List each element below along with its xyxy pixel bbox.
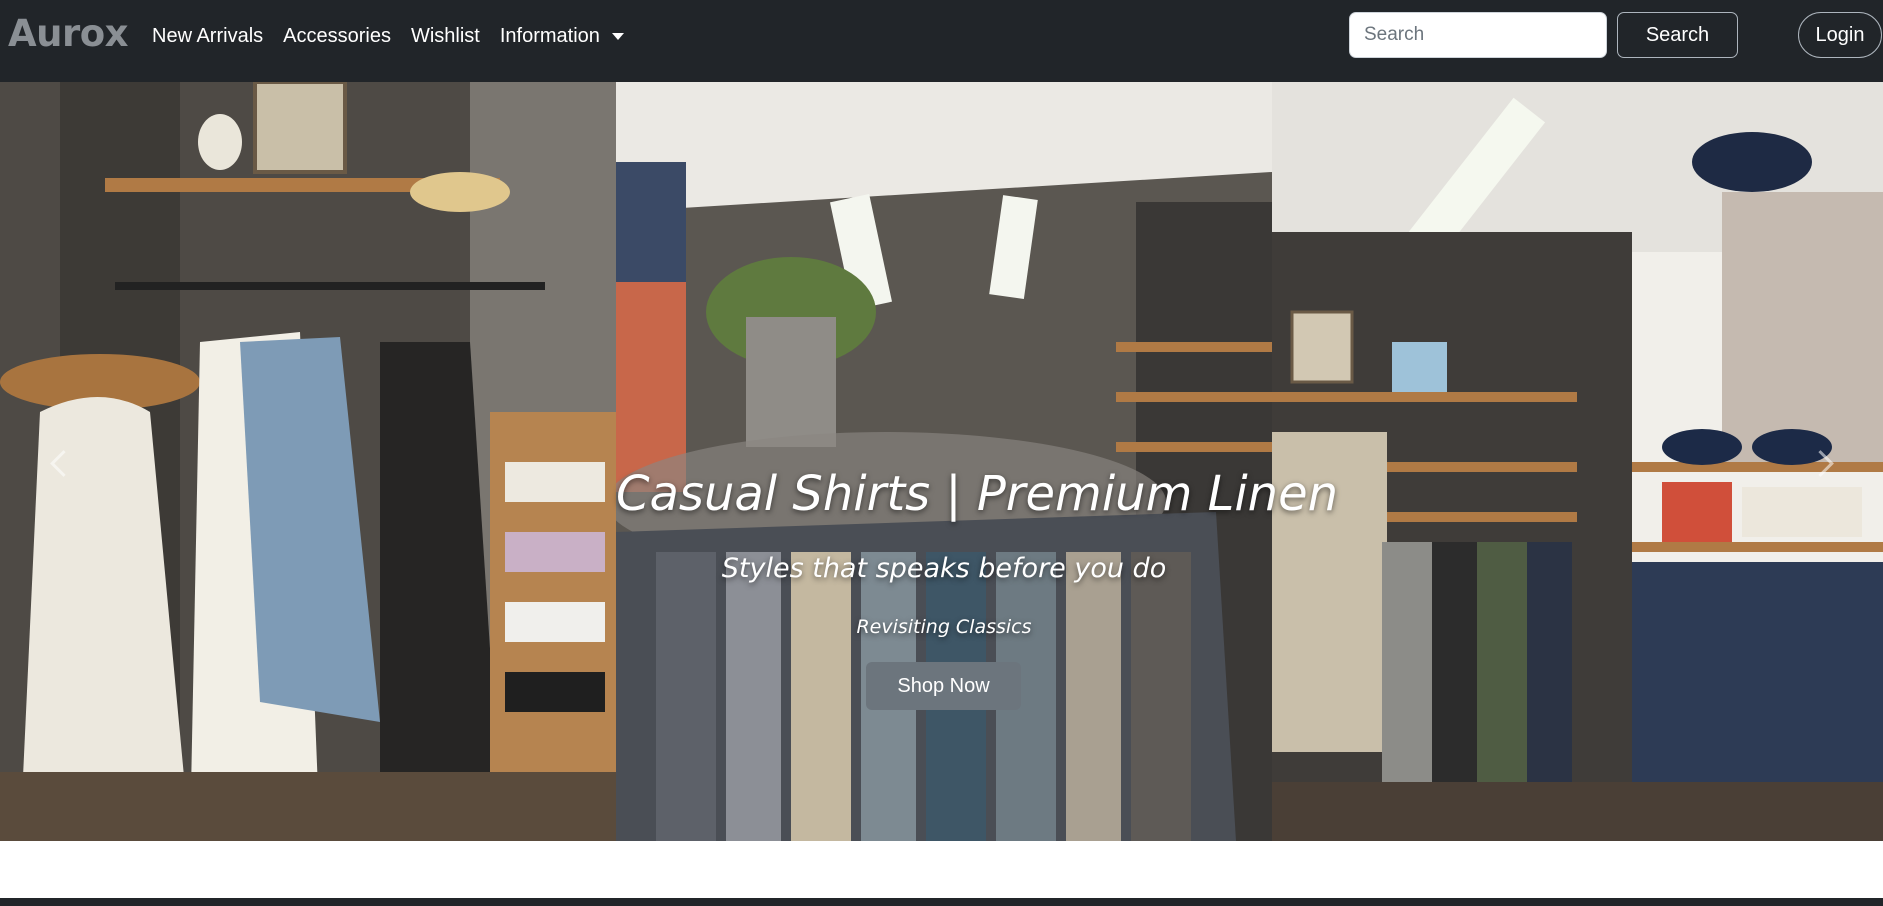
nav-wishlist[interactable]: Wishlist [411,25,480,48]
chevron-left-icon [50,450,77,477]
brand-logo[interactable]: Aurox [8,12,129,55]
footer-edge [0,898,1883,906]
shop-now-button[interactable]: Shop Now [866,662,1021,710]
search-button[interactable]: Search [1617,12,1738,58]
hero-carousel [0,82,1883,841]
top-navbar: Aurox New Arrivals Accessories Wishlist … [0,0,1883,82]
nav-information-label: Information [499,24,600,47]
nav-accessories[interactable]: Accessories [283,25,391,48]
nav-links: New Arrivals Accessories Wishlist Inform… [152,0,644,72]
hero-title: Casual Shirts | Premium Linen [616,466,1339,522]
chevron-down-icon [611,32,624,40]
search-input[interactable] [1349,12,1607,58]
nav-information-dropdown[interactable]: Information [500,25,624,48]
nav-new-arrivals[interactable]: New Arrivals [152,25,263,48]
hero-tagline: Revisiting Classics [856,616,1032,638]
store-photo-center-illustration [616,82,1272,841]
hero-subtitle: Styles that speaks before you do [721,553,1167,584]
login-button[interactable]: Login [1798,12,1882,58]
carousel-prev-control[interactable] [0,82,120,841]
chevron-right-icon [1807,450,1834,477]
store-photo-center [616,82,1272,841]
carousel-next-control[interactable] [1763,82,1883,841]
